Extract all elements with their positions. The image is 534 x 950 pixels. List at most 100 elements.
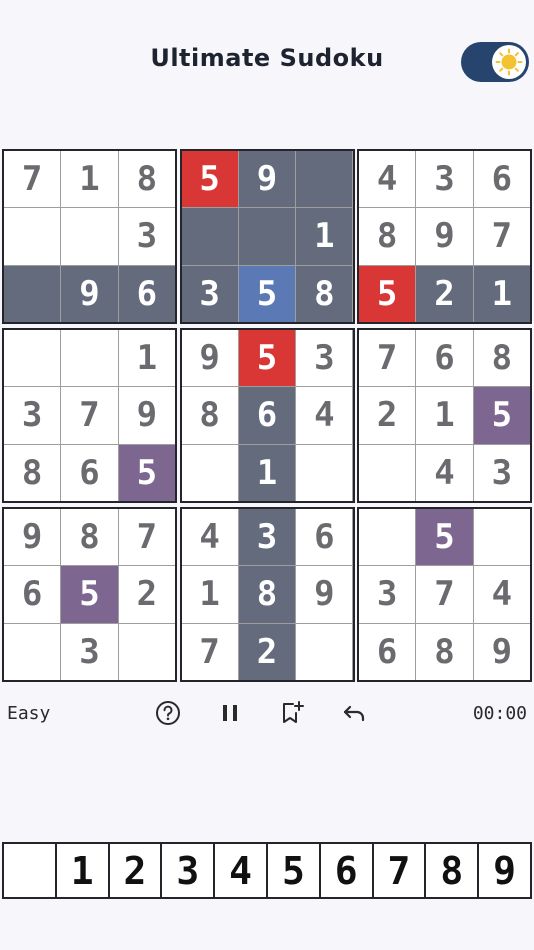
undo-icon[interactable] [339,698,369,728]
numpad-key-2[interactable]: 2 [109,844,161,897]
sudoku-cell[interactable]: 9 [416,208,473,265]
sudoku-cell[interactable]: 7 [4,151,61,208]
sudoku-cell[interactable] [238,208,296,265]
sudoku-cell[interactable]: 6 [4,566,61,623]
sudoku-cell[interactable]: 5 [238,330,296,387]
sudoku-cell[interactable]: 2 [359,387,416,444]
sudoku-box: 953 8641 [179,328,355,503]
sudoku-cell[interactable] [118,623,175,680]
sudoku-cell[interactable] [4,330,61,387]
sudoku-cell[interactable]: 1 [416,387,473,444]
sudoku-cell[interactable]: 2 [416,265,473,322]
sudoku-cell[interactable]: 7 [61,387,118,444]
sudoku-cell[interactable]: 8 [416,623,473,680]
sudoku-cell[interactable]: 9 [473,623,530,680]
sudoku-cell[interactable]: 3 [61,623,118,680]
sudoku-cell[interactable]: 4 [296,387,353,444]
sudoku-cell[interactable] [4,208,61,265]
sudoku-cell[interactable]: 8 [359,208,416,265]
sudoku-cell[interactable]: 9 [61,265,118,322]
pause-icon[interactable] [215,698,245,728]
numpad-key-8[interactable]: 8 [426,844,478,897]
numpad-key-1[interactable]: 1 [56,844,108,897]
sudoku-cell[interactable] [296,623,353,680]
sudoku-cell[interactable]: 4 [416,444,473,501]
sudoku-cell[interactable]: 8 [473,330,530,387]
sudoku-cell[interactable]: 9 [118,387,175,444]
theme-toggle[interactable] [461,42,529,82]
sudoku-cell[interactable]: 6 [473,151,530,208]
sudoku-cell[interactable] [61,208,118,265]
sudoku-cell[interactable]: 3 [296,330,353,387]
sudoku-cell[interactable]: 5 [181,151,238,208]
sudoku-cell[interactable]: 1 [118,330,175,387]
sudoku-cell[interactable]: 7 [359,330,416,387]
sudoku-cell[interactable]: 4 [473,566,530,623]
numpad-key-3[interactable]: 3 [162,844,214,897]
sudoku-cell[interactable]: 7 [416,566,473,623]
sudoku-cell[interactable]: 7 [118,509,175,566]
sudoku-cell[interactable]: 6 [238,387,296,444]
sudoku-cell[interactable]: 2 [238,623,296,680]
numpad-key-4[interactable]: 4 [215,844,266,897]
sudoku-cell[interactable]: 8 [296,265,353,322]
numpad-key-5[interactable]: 5 [267,844,319,897]
sudoku-cell[interactable]: 2 [118,566,175,623]
sudoku-cell[interactable]: 8 [118,151,175,208]
sudoku-cell[interactable]: 9 [296,566,353,623]
sudoku-cell[interactable]: 9 [4,509,61,566]
sudoku-cell[interactable]: 8 [4,444,61,501]
sudoku-cell[interactable]: 5 [238,265,296,322]
numpad-key-7[interactable]: 7 [373,844,425,897]
sudoku-cell[interactable]: 6 [359,623,416,680]
sudoku-cell[interactable]: 8 [181,387,238,444]
sudoku-cell[interactable]: 3 [118,208,175,265]
sudoku-cell[interactable] [359,444,416,501]
sudoku-cell[interactable]: 3 [473,444,530,501]
sudoku-cell[interactable] [4,623,61,680]
sudoku-cell[interactable]: 3 [359,566,416,623]
sudoku-cell[interactable]: 6 [296,509,353,566]
sudoku-cell[interactable]: 5 [359,265,416,322]
sudoku-cell[interactable] [61,330,118,387]
sudoku-box: 436 189 72 [179,507,355,682]
sudoku-cell[interactable] [359,509,416,566]
sudoku-cell[interactable]: 5 [473,387,530,444]
sudoku-cell[interactable]: 6 [118,265,175,322]
difficulty-label: Easy [7,703,51,724]
sudoku-cell[interactable]: 1 [238,444,296,501]
sudoku-cell[interactable]: 9 [181,330,238,387]
numpad-key-9[interactable]: 9 [479,844,530,897]
sudoku-cell[interactable]: 3 [4,387,61,444]
sudoku-box: 9876523 [2,507,177,682]
sudoku-cell[interactable]: 5 [416,509,473,566]
sudoku-cell[interactable]: 1 [296,208,353,265]
sudoku-cell[interactable]: 4 [181,509,238,566]
sudoku-cell[interactable] [4,265,61,322]
sudoku-cell[interactable]: 5 [118,444,175,501]
sudoku-cell[interactable]: 6 [61,444,118,501]
sudoku-cell[interactable]: 7 [473,208,530,265]
sudoku-cell[interactable]: 3 [416,151,473,208]
sudoku-cell[interactable] [181,208,238,265]
sudoku-cell[interactable]: 1 [473,265,530,322]
sudoku-cell[interactable]: 5 [61,566,118,623]
sudoku-cell[interactable]: 8 [61,509,118,566]
sudoku-cell[interactable]: 1 [61,151,118,208]
sudoku-cell[interactable]: 9 [238,151,296,208]
help-icon[interactable] [153,698,183,728]
sudoku-cell[interactable]: 1 [181,566,238,623]
sudoku-cell[interactable]: 4 [359,151,416,208]
sudoku-cell[interactable]: 7 [181,623,238,680]
sudoku-cell[interactable]: 6 [416,330,473,387]
sudoku-cell[interactable]: 8 [238,566,296,623]
sudoku-cell[interactable]: 3 [181,265,238,322]
bookmark-add-icon[interactable] [277,698,307,728]
sudoku-cell[interactable] [473,509,530,566]
numpad-key-6[interactable]: 6 [320,844,372,897]
sudoku-cell[interactable]: 3 [238,509,296,566]
numpad-key-empty[interactable] [4,844,55,897]
sudoku-cell[interactable] [181,444,238,501]
sudoku-cell[interactable] [296,151,353,208]
sudoku-cell[interactable] [296,444,353,501]
